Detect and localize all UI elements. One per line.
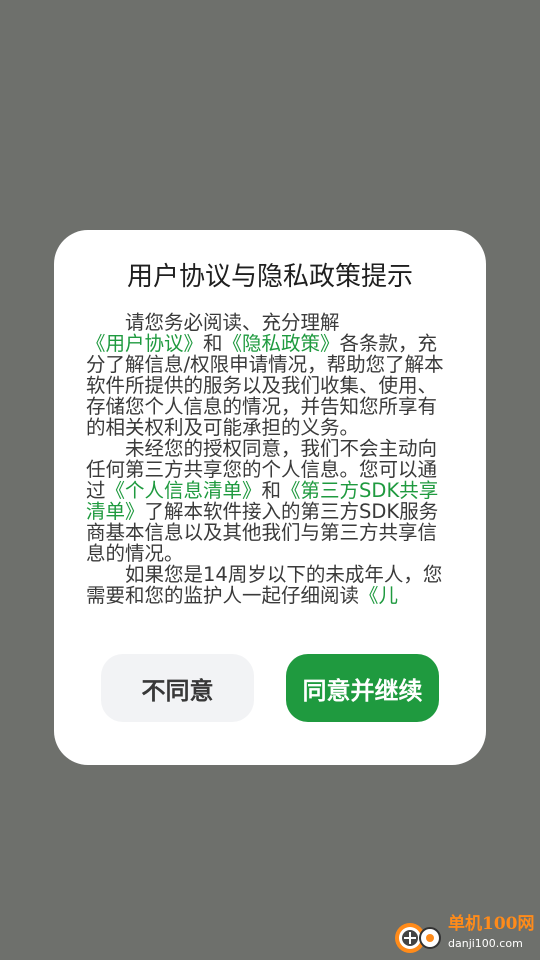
- agree-and-continue-button[interactable]: 同意并继续: [286, 654, 439, 722]
- privacy-consent-dialog: 用户协议与隐私政策提示 请您务必阅读、充分理解《用户协议》和《隐私政策》各条款，…: [54, 230, 486, 765]
- personal-info-list-link[interactable]: 《个人信息清单》: [106, 479, 262, 502]
- user-agreement-link[interactable]: 《用户协议》: [86, 332, 203, 355]
- site-watermark: 单机100网 danji100.com: [390, 910, 540, 960]
- watermark-logo-icon: [395, 923, 441, 953]
- terms-paragraph-2: 未经您的授权同意，我们不会主动向任何第三方共享您的个人信息。您可以通过《个人信息…: [86, 438, 456, 564]
- disagree-button[interactable]: 不同意: [101, 654, 254, 722]
- watermark-site-url: danji100.com: [448, 937, 523, 950]
- children-policy-link[interactable]: 《儿: [359, 584, 398, 607]
- terms-paragraph-1: 请您务必阅读、充分理解《用户协议》和《隐私政策》各条款，充分了解信息/权限申请情…: [86, 312, 456, 438]
- dialog-title: 用户协议与隐私政策提示: [126, 262, 413, 292]
- paragraph-2-and: 和: [261, 479, 282, 502]
- watermark-site-name: 单机100网: [448, 914, 535, 934]
- terms-paragraph-3: 如果您是14周岁以下的未成年人，您需要和您的监护人一起仔细阅读《儿: [86, 564, 456, 606]
- privacy-policy-link[interactable]: 《隐私政策》: [223, 332, 340, 355]
- dialog-body-scroll[interactable]: 请您务必阅读、充分理解《用户协议》和《隐私政策》各条款，充分了解信息/权限申请情…: [86, 312, 456, 612]
- paragraph-1-intro: 请您务必阅读、充分理解: [125, 312, 340, 334]
- paragraph-1-and: 和: [203, 332, 223, 355]
